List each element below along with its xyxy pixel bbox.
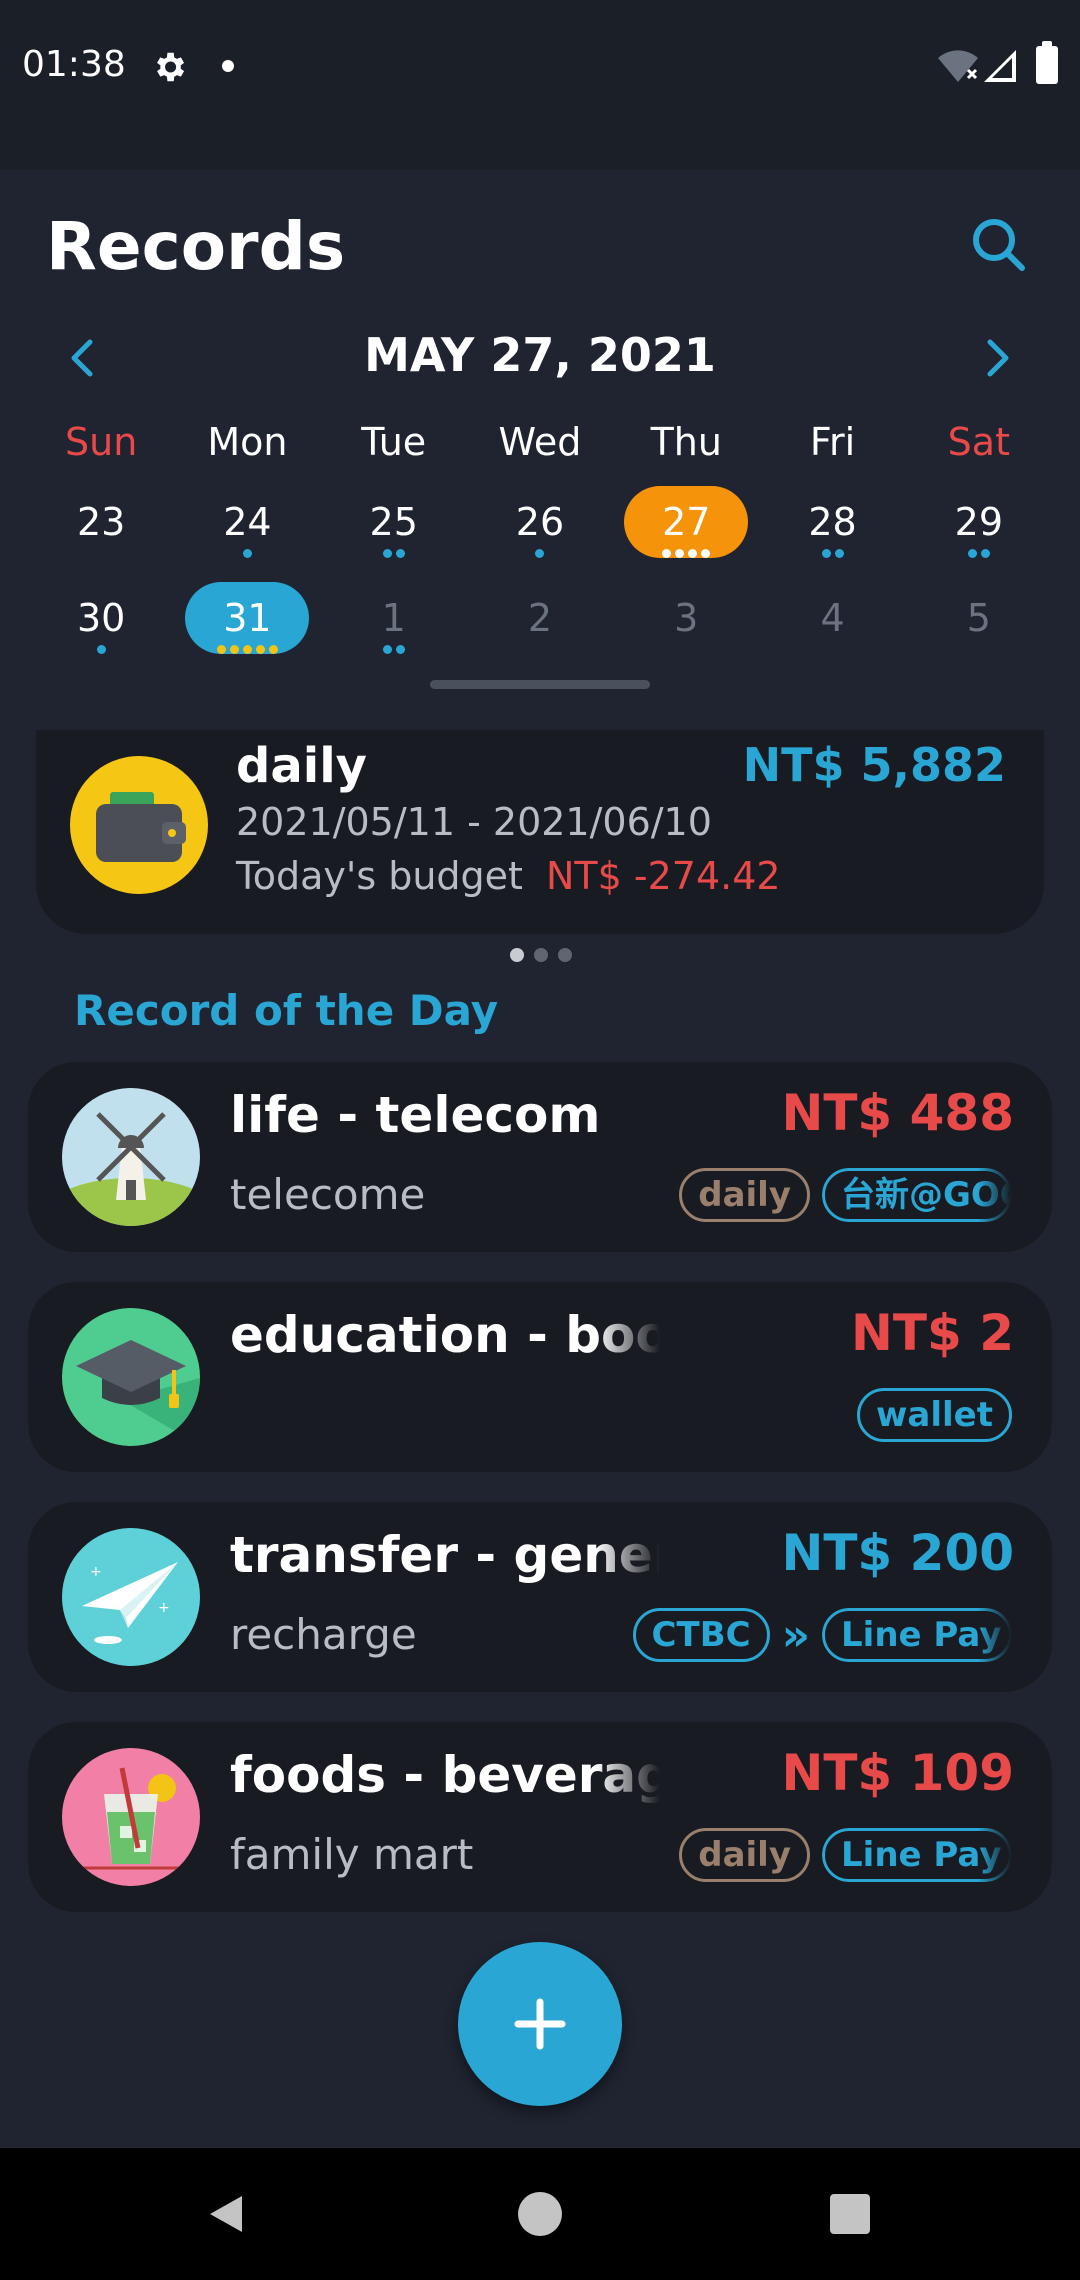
record-amount: NT$ 2 [851,1304,1014,1362]
calendar-day[interactable]: 28 [759,482,905,562]
weekday-fri: Fri [809,420,856,464]
add-record-button[interactable] [458,1942,622,2106]
account-tag: wallet [857,1388,1012,1442]
month-label: MAY 27, 2021 [364,328,716,382]
calendar-day[interactable]: 24 [174,482,320,562]
to-account-tag: Line Pay Money [822,1608,1012,1662]
notification-dot [222,60,234,72]
calendar-day-today[interactable]: 31 [174,578,320,658]
svg-text:+: + [158,1600,170,1616]
calendar-day[interactable]: 23 [28,482,174,562]
settings-icon [157,52,185,82]
budget-today-label: Today's budget [236,854,523,898]
recents-icon[interactable] [830,2194,870,2234]
status-bar: 01:38 [0,0,1080,170]
weekday-mon: Mon [207,420,288,464]
budget-range: 2021/05/11 - 2021/06/10 [236,800,712,844]
account-tag: Line Pay Money [822,1828,1012,1882]
budget-today-value: NT$ -274.42 [546,854,781,898]
weekday-thu: Thu [650,420,722,464]
record-title: transfer - general [230,1526,660,1584]
calendar-day[interactable]: 5 [906,578,1052,658]
paper-plane-icon: + + [62,1528,200,1666]
record-item[interactable]: life - telecom telecome NT$ 488 daily 台新… [28,1062,1052,1252]
budget-tag: daily [679,1168,810,1222]
transfer-arrow-icon: » [781,1609,810,1661]
graduation-cap-icon [62,1308,200,1446]
record-note: recharge [230,1610,417,1659]
account-tag: 台新@GOGO [822,1168,1012,1222]
budget-tag: daily [679,1828,810,1882]
record-tags: wallet [857,1388,1012,1442]
page-indicator [510,948,572,962]
chevron-left-icon[interactable] [62,336,102,380]
system-nav-bar [0,2148,1080,2280]
calendar-day[interactable]: 3 [613,578,759,658]
record-tags: daily Line Pay Money [679,1828,1012,1882]
weekday-sun: Sun [64,420,138,464]
record-amount: NT$ 109 [781,1744,1014,1802]
search-icon[interactable] [968,214,1028,274]
status-time: 01:38 [22,44,126,85]
record-note: family mart [230,1830,474,1879]
calendar-day[interactable]: 26 [467,482,613,562]
chevron-right-icon[interactable] [978,336,1018,380]
page-title: Records [46,208,346,285]
calendar-day[interactable]: 2 [467,578,613,658]
home-icon[interactable] [518,2192,562,2236]
windmill-icon [62,1088,200,1226]
svg-text:+: + [90,1564,102,1580]
calendar-week-1: 23 24 25 26 27 28 29 [28,482,1052,562]
record-tags: CTBC » Line Pay Money [632,1608,1012,1662]
calendar-day[interactable]: 29 [906,482,1052,562]
record-amount: NT$ 488 [781,1084,1014,1142]
record-note: telecome [230,1170,426,1219]
drink-icon [62,1748,200,1886]
weekday-sat: Sat [947,420,1010,464]
calendar-day-selected[interactable]: 27 [613,482,759,562]
wifi-icon [938,50,978,82]
weekday-header: Sun Mon Tue Wed Thu Fri Sat [28,420,1052,464]
from-account-tag: CTBC [632,1608,770,1662]
signal-icon [984,50,1016,82]
weekday-tue: Tue [361,420,427,464]
record-title: education - book [230,1306,660,1364]
calendar-day[interactable]: 25 [321,482,467,562]
weekday-wed: Wed [498,420,582,464]
calendar-day[interactable]: 4 [759,578,905,658]
record-title: life - telecom [230,1086,601,1144]
calendar-drag-handle[interactable] [430,680,650,689]
record-amount: NT$ 200 [781,1524,1014,1582]
budget-name: daily [236,738,367,794]
record-item[interactable]: foods - beverage family mart NT$ 109 dai… [28,1722,1052,1912]
section-title: Record of the Day [74,986,499,1035]
record-item[interactable]: + + transfer - general recharge NT$ 200 … [28,1502,1052,1692]
wallet-icon [70,756,208,894]
budget-total: NT$ 5,882 [742,738,1006,792]
battery-icon [1036,41,1058,84]
record-item[interactable]: education - book NT$ 2 wallet [28,1282,1052,1472]
calendar-day[interactable]: 30 [28,578,174,658]
calendar-week-2: 30 31 1 2 3 4 5 [28,578,1052,658]
record-title: foods - beverage [230,1746,660,1804]
record-tags: daily 台新@GOGO [679,1168,1012,1222]
plus-icon [514,1998,566,2050]
calendar-day[interactable]: 1 [321,578,467,658]
back-icon[interactable] [204,2192,248,2236]
budget-card[interactable]: daily NT$ 5,882 2021/05/11 - 2021/06/10 … [36,730,1044,934]
